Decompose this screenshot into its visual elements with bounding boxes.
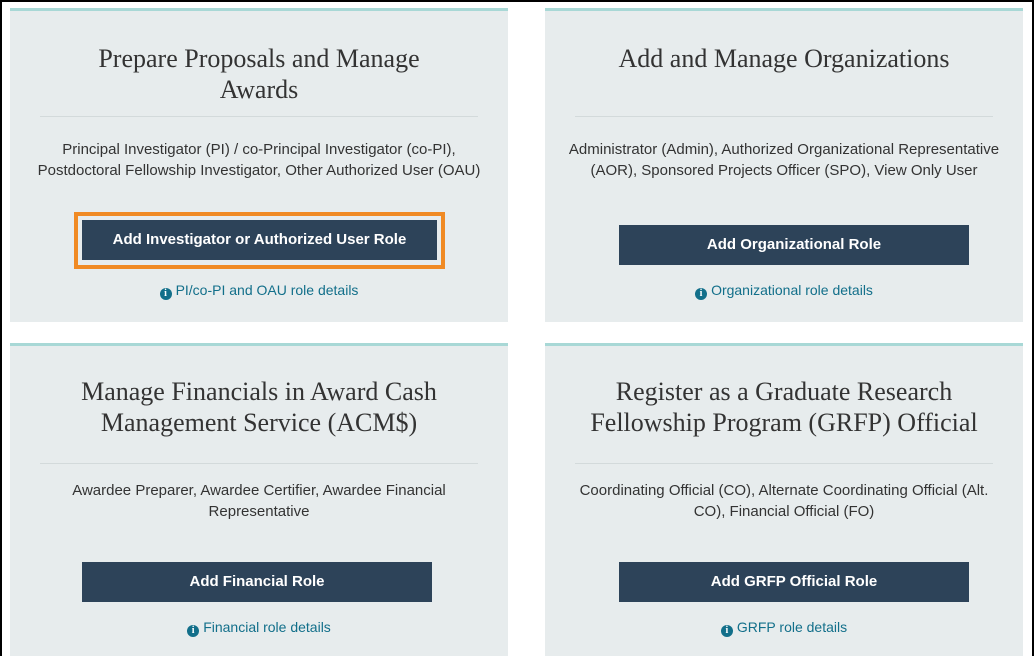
card-roles: Coordinating Official (CO), Alternate Co… bbox=[579, 482, 989, 520]
card-grfp-official: Register as a Graduate Research Fellowsh… bbox=[545, 343, 1023, 656]
separator bbox=[575, 463, 993, 464]
card-title: Manage Financials in Award Cash Manageme… bbox=[81, 377, 437, 437]
grfp-role-details-link[interactable]: i GRFP role details bbox=[545, 618, 1023, 637]
pi-role-details-link[interactable]: i PI/co-PI and OAU role details bbox=[10, 281, 508, 300]
details-label: GRFP role details bbox=[736, 619, 848, 635]
card-title: Prepare Proposals and Manage Awards bbox=[98, 44, 420, 104]
card-manage-financials: Manage Financials in Award Cash Manageme… bbox=[10, 343, 508, 656]
card-title: Register as a Graduate Research Fellowsh… bbox=[590, 377, 978, 437]
add-investigator-role-button[interactable]: Add Investigator or Authorized User Role bbox=[82, 220, 437, 260]
card-title: Add and Manage Organizations bbox=[618, 44, 950, 73]
card-manage-organizations: Add and Manage Organizations Administrat… bbox=[545, 8, 1023, 322]
separator bbox=[575, 116, 993, 117]
card-prepare-proposals: Prepare Proposals and Manage Awards Prin… bbox=[10, 8, 508, 322]
info-circle-icon: i bbox=[187, 625, 200, 637]
add-financial-role-button[interactable]: Add Financial Role bbox=[82, 562, 432, 602]
info-circle-icon: i bbox=[695, 288, 708, 300]
separator bbox=[40, 463, 478, 464]
details-label: Organizational role details bbox=[711, 282, 873, 298]
card-roles: Awardee Preparer, Awardee Certifier, Awa… bbox=[72, 482, 446, 520]
add-grfp-official-role-button[interactable]: Add GRFP Official Role bbox=[619, 562, 969, 602]
organizational-role-details-link[interactable]: i Organizational role details bbox=[545, 281, 1023, 300]
card-roles: Principal Investigator (PI) / co-Princip… bbox=[37, 141, 481, 179]
details-label: Financial role details bbox=[203, 619, 331, 635]
card-roles: Administrator (Admin), Authorized Organi… bbox=[568, 141, 1000, 179]
separator bbox=[40, 116, 478, 117]
info-circle-icon: i bbox=[159, 288, 172, 300]
details-label: PI/co-PI and OAU role details bbox=[175, 282, 359, 298]
financial-role-details-link[interactable]: i Financial role details bbox=[10, 618, 508, 637]
info-circle-icon: i bbox=[720, 625, 733, 637]
add-organizational-role-button[interactable]: Add Organizational Role bbox=[619, 225, 969, 265]
